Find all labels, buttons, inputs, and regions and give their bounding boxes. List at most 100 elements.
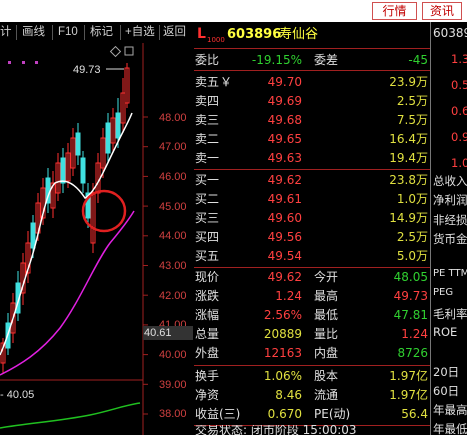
- stat-label: 最低: [314, 308, 339, 322]
- side-label: 60日: [433, 384, 460, 398]
- stat-label: PE(动): [314, 407, 351, 421]
- trade-status-text: 交易状态: 闭市阶段 15:00:03: [195, 425, 357, 435]
- side-label: 总收入: [433, 174, 467, 188]
- kline-chart[interactable]: 48.00 47.00 46.00 45.00 44.00 43.00 42.0…: [0, 43, 193, 435]
- stat-value: 49.62: [267, 270, 302, 284]
- trade-status: 交易状态: 闭市阶段 15:00:03: [194, 425, 430, 435]
- side-value: 1.0: [451, 156, 467, 170]
- divider: [194, 169, 430, 170]
- ask-label: 卖四: [195, 94, 220, 108]
- stat-value: 49.73: [393, 289, 428, 303]
- stat-value: 48.05: [393, 270, 428, 284]
- y-axis-label: 40.00: [159, 349, 187, 361]
- side-label: 20日: [433, 365, 460, 379]
- chart-top-icons: [109, 45, 134, 58]
- bid-row: 买五 49.54 5.0万: [194, 247, 430, 266]
- side-label: 年最低: [433, 422, 467, 435]
- y-axis-label: 47.00: [159, 141, 187, 153]
- stat-value: 1.24: [275, 289, 302, 303]
- y-axis-label: 42.00: [159, 290, 187, 302]
- stat-label: 外盘: [195, 346, 220, 360]
- current-price-tag: 40.61: [143, 326, 193, 340]
- stat-label: 总量: [195, 327, 220, 341]
- stat-label: 涨跌: [195, 289, 220, 303]
- side-label: 年最高: [433, 403, 467, 417]
- toolbar-indicator-button[interactable]: 计: [0, 24, 12, 41]
- ask-price: 49.65: [267, 132, 302, 146]
- candle-body: [30, 222, 36, 249]
- bid-label: 买三: [195, 211, 220, 225]
- ask-row: 卖二 49.65 16.4万: [194, 130, 430, 149]
- stat-row: 总量 20889 量比 1.24: [194, 325, 430, 344]
- toolbar-add-watchlist-button[interactable]: +自选: [125, 24, 155, 41]
- bid-label: 买二: [195, 192, 220, 206]
- stat-label: 量比: [314, 327, 339, 341]
- high-price-label: 49.73: [73, 64, 101, 76]
- ask-volume: 23.9万: [389, 75, 428, 89]
- toolbar-f10-button[interactable]: F10: [58, 24, 78, 41]
- stat-label: 内盘: [314, 346, 339, 360]
- stat-row: 现价 49.62 今开 48.05: [194, 268, 430, 287]
- chart-toolbar: 计 画线 F10 标记 +自选 返回: [0, 22, 193, 43]
- side-label: 净利润: [433, 193, 467, 207]
- ask-label: 卖三: [195, 113, 220, 127]
- ask-row: 卖四 49.69 2.5万: [194, 92, 430, 111]
- stock-prefix: L: [197, 26, 206, 42]
- bid-row: 买二 49.61 1.0万: [194, 190, 430, 209]
- ask-volume: 19.4万: [389, 151, 428, 165]
- ask-price: 49.63: [267, 151, 302, 165]
- ask-row: 卖五 ￥ 49.70 23.9万: [194, 73, 430, 92]
- stat-value: 12163: [263, 346, 302, 360]
- bid-price: 49.61: [267, 192, 302, 206]
- stat-value: 1.97亿: [389, 388, 428, 402]
- stat-label: 净资: [195, 388, 220, 402]
- y-axis-label: 45.00: [159, 201, 187, 213]
- y-axis-label: 39.00: [159, 379, 187, 391]
- stat-value: 0.670: [267, 407, 302, 421]
- quote-button[interactable]: 行情: [372, 2, 417, 20]
- toolbar-divider: [52, 25, 53, 40]
- stat-value: 8.46: [275, 388, 302, 402]
- toolbar-back-button[interactable]: 返回: [163, 24, 186, 41]
- divider: [194, 70, 430, 71]
- stat-label: 今开: [314, 270, 339, 284]
- side-label: PE TTM: [433, 268, 467, 279]
- stat-row: 涨跌 1.24 最高 49.73: [194, 287, 430, 306]
- ask-price: 49.69: [267, 94, 302, 108]
- info-button[interactable]: 资讯: [422, 2, 462, 20]
- divider: [194, 48, 430, 49]
- toolbar-divider: [120, 25, 121, 40]
- stock-name: 寿仙谷: [279, 27, 319, 42]
- stat-value: 20889: [263, 327, 302, 341]
- side-stock-code: 60389: [433, 26, 467, 40]
- y-axis-label: 44.00: [159, 230, 187, 242]
- candle-body: [80, 157, 86, 184]
- ratio-diff-value: -45: [408, 53, 428, 67]
- stat-label: 现价: [195, 270, 220, 284]
- stat-row: 净资 8.46 流通 1.97亿: [194, 386, 430, 405]
- ask-price: 49.68: [267, 113, 302, 127]
- side-panel: 60389 1.30 0.53 0.6 0.9 1.0 总收入 净利润 非经损 …: [430, 22, 467, 435]
- stock-code: 603896: [227, 27, 282, 42]
- side-value: 0.53: [451, 78, 467, 92]
- ask-row: 卖三 49.68 7.5万: [194, 111, 430, 130]
- toolbar-mark-button[interactable]: 标记: [90, 24, 113, 41]
- ask-volume: 2.5万: [396, 94, 428, 108]
- candle-body: [105, 122, 111, 154]
- top-markers: [8, 61, 38, 64]
- stat-label: 流通: [314, 388, 339, 402]
- side-label: ROE: [433, 325, 458, 339]
- toolbar-divider: [84, 25, 85, 40]
- toolbar-draw-button[interactable]: 画线: [22, 24, 45, 41]
- y-axis-label: 43.00: [159, 260, 187, 272]
- ask-label: 卖二: [195, 132, 220, 146]
- ask-price: 49.70: [267, 75, 302, 89]
- side-label: 货币金: [433, 232, 467, 246]
- low-price-label: - 40.05: [0, 389, 35, 401]
- ask-volume: 7.5万: [396, 113, 428, 127]
- bid-volume: 23.8万: [389, 173, 428, 187]
- stat-label: 涨幅: [195, 308, 220, 322]
- bid-label: 买一: [195, 173, 220, 187]
- bid-volume: 1.0万: [396, 192, 428, 206]
- stat-row: 换手 1.06% 股本 1.97亿: [194, 367, 430, 386]
